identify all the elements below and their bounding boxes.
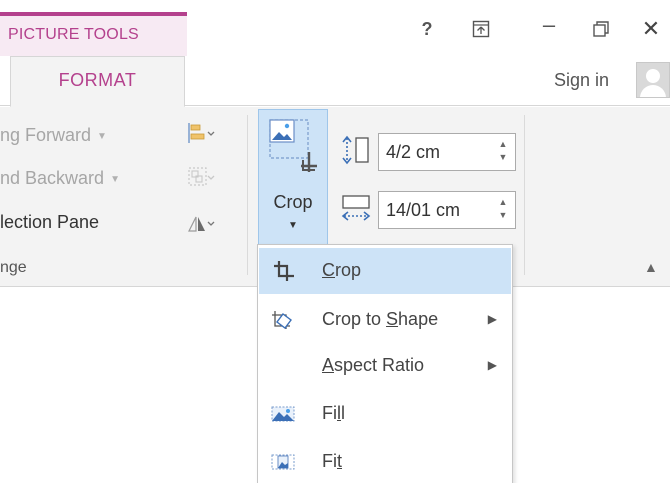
height-spin-arrows[interactable]: ▲ ▼ [497,138,509,164]
menu-item-label: Fill [322,403,345,423]
chevron-down-icon: ▼ [110,173,120,185]
tab-format-label: FORMAT [58,70,137,90]
menu-item-label: Crop [322,260,362,280]
ribbon-display-options-button[interactable] [466,18,496,43]
chevron-down-icon: ▼ [288,220,298,231]
selection-pane-button[interactable]: lection Pane [0,212,99,233]
submenu-arrow-icon: ▶ [487,312,497,326]
close-icon: ✕ [641,16,661,41]
menu-item-crop-to-shape[interactable]: Crop to Shape ▶ [259,297,511,343]
menu-item-fill[interactable]: Fill [259,391,511,437]
menu-item-label: Aspect Ratio [322,355,425,375]
avatar[interactable] [636,62,670,98]
arrange-group-label: nge [0,259,27,276]
align-button[interactable] [186,121,216,145]
crop-picture-icon [269,119,317,172]
close-button[interactable]: ✕ [636,18,666,40]
avatar-body [640,85,666,97]
crop-split-button[interactable]: Crop ▼ [258,109,328,245]
shape-width-icon [340,193,376,223]
minimize-icon: – [542,12,556,37]
shape-height-input[interactable]: 4/2 cm ▲ ▼ [378,133,516,171]
group-icon [188,167,215,186]
picture-tools-context-group: PICTURE TOOLS [0,12,187,56]
menu-item-fit[interactable]: Fit [259,439,511,483]
group-button[interactable] [186,165,216,189]
menu-item-label: Fit [322,451,343,471]
rotate-icon [188,216,215,232]
collapse-ribbon-icon[interactable]: ▲ [644,259,658,275]
chevron-down-icon: ▼ [97,130,107,142]
submenu-arrow-icon: ▶ [487,358,497,372]
restore-icon [593,21,609,37]
title-bar: PICTURE TOOLS ? – ✕ [0,0,670,56]
menu-item-aspect-ratio[interactable]: Aspect Ratio ▶ [259,343,511,389]
restore-button[interactable] [586,18,616,43]
help-button[interactable]: ? [412,18,442,40]
tab-format[interactable]: FORMAT [10,56,185,107]
fill-icon [271,406,295,422]
shape-height-value: 4/2 cm [386,142,441,162]
crop-dropdown-menu: Crop Crop to Shape ▶ Aspect Ratio ▶ Fill… [257,244,513,483]
send-backward-button[interactable]: nd Backward ▼ [0,168,120,189]
context-group-label: PICTURE TOOLS [8,26,139,43]
selection-pane-label: lection Pane [0,212,100,232]
crop-button-label: Crop [273,192,313,212]
bring-forward-button[interactable]: ng Forward ▼ [0,125,107,146]
crop-to-shape-icon [272,311,292,329]
rotate-button[interactable] [186,211,216,235]
shape-width-input[interactable]: 14/01 cm ▲ ▼ [378,191,516,229]
avatar-head [646,69,660,83]
ribbon-tab-row: FORMAT Sign in [0,56,670,107]
minimize-button[interactable]: – [534,14,564,36]
menu-item-label: Crop to Shape [322,309,439,329]
crop-icon [274,261,294,281]
fit-icon [271,454,295,470]
sign-in-link[interactable]: Sign in [554,70,609,91]
shape-height-icon [340,135,376,165]
send-backward-label: nd Backward [0,168,105,188]
width-spin-arrows[interactable]: ▲ ▼ [497,196,509,222]
help-icon: ? [421,19,433,39]
group-separator [524,115,525,275]
shape-width-value: 14/01 cm [386,200,461,220]
menu-item-crop[interactable]: Crop [259,248,511,294]
group-separator [247,115,248,275]
align-icon [188,123,215,143]
ribbon-display-options-icon [472,20,490,38]
bring-forward-label: ng Forward [0,125,92,145]
